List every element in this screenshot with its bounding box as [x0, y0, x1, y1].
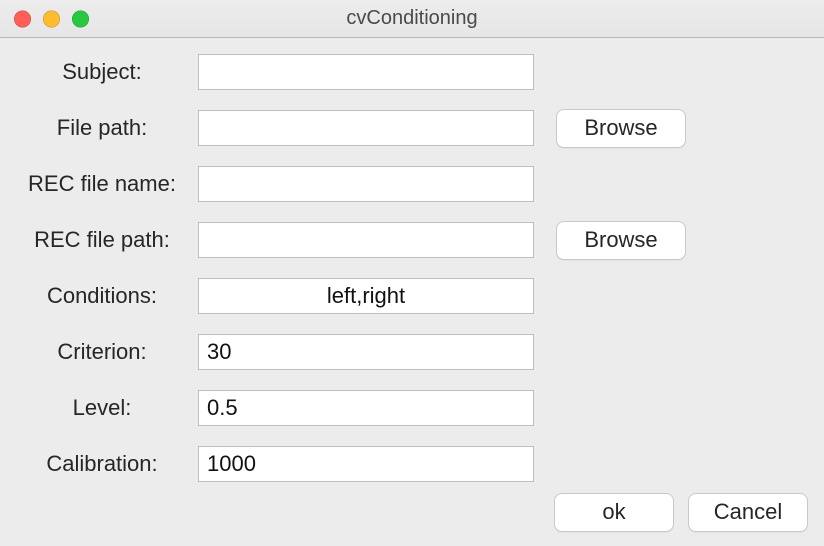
- label-file-path: File path:: [12, 115, 198, 141]
- label-rec-file-name: REC file name:: [12, 171, 198, 197]
- label-level: Level:: [12, 395, 198, 421]
- level-input[interactable]: [198, 390, 534, 426]
- label-conditions: Conditions:: [12, 283, 198, 309]
- rec-file-path-input[interactable]: [198, 222, 534, 258]
- row-conditions: Conditions:: [12, 268, 812, 324]
- ok-button[interactable]: ok: [554, 493, 674, 532]
- label-calibration: Calibration:: [12, 451, 198, 477]
- row-calibration: Calibration:: [12, 436, 812, 492]
- criterion-input[interactable]: [198, 334, 534, 370]
- row-rec-file-path: REC file path: Browse: [12, 212, 812, 268]
- window: cvConditioning Subject: File path: Brows…: [0, 0, 824, 546]
- row-rec-file-name: REC file name:: [12, 156, 812, 212]
- label-subject: Subject:: [12, 59, 198, 85]
- row-level: Level:: [12, 380, 812, 436]
- file-path-input[interactable]: [198, 110, 534, 146]
- window-title: cvConditioning: [0, 0, 824, 37]
- rec-file-name-input[interactable]: [198, 166, 534, 202]
- row-criterion: Criterion:: [12, 324, 812, 380]
- row-subject: Subject:: [12, 44, 812, 100]
- form-area: Subject: File path: Browse REC file name…: [0, 38, 824, 492]
- browse-button-rec-file-path[interactable]: Browse: [556, 221, 686, 260]
- browse-button-file-path[interactable]: Browse: [556, 109, 686, 148]
- row-file-path: File path: Browse: [12, 100, 812, 156]
- titlebar: cvConditioning: [0, 0, 824, 38]
- calibration-input[interactable]: [198, 446, 534, 482]
- subject-input[interactable]: [198, 54, 534, 90]
- cancel-button[interactable]: Cancel: [688, 493, 808, 532]
- conditions-input[interactable]: [198, 278, 534, 314]
- dialog-footer: ok Cancel: [554, 493, 808, 532]
- label-criterion: Criterion:: [12, 339, 198, 365]
- label-rec-file-path: REC file path:: [12, 227, 198, 253]
